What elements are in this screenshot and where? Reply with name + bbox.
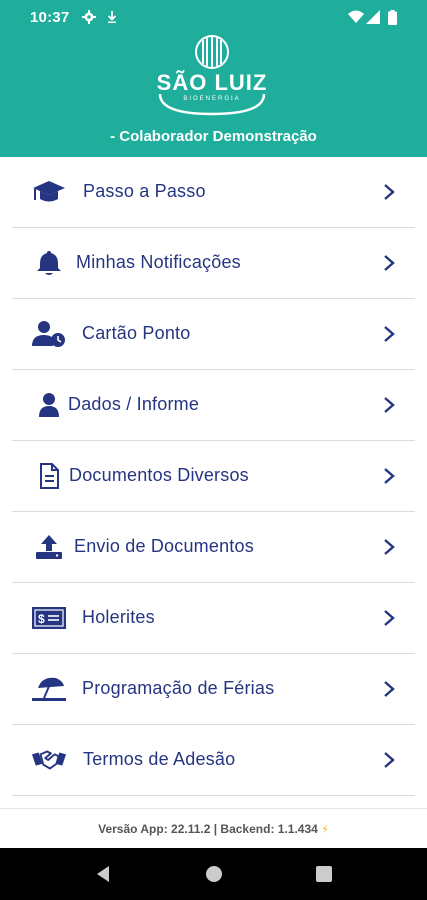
gear-icon [82, 10, 96, 24]
menu-item-minhas-notificacoes[interactable]: Minhas Notificações [12, 228, 415, 299]
menu-item-passo-a-passo[interactable]: Passo a Passo [12, 157, 415, 228]
chevron-right-icon [384, 326, 395, 342]
battery-icon [388, 10, 397, 25]
menu-item-label: Dados / Informe [68, 394, 200, 414]
document-icon [32, 463, 66, 489]
download-arrow-icon [107, 11, 117, 23]
logo-emblem-icon [195, 35, 229, 69]
menu-item-cartao-ponto[interactable]: Cartão Ponto [12, 299, 415, 370]
user-label: - Colaborador Demonstração [110, 128, 317, 145]
company-logo: SÃO LUIZ BIOENERGIA [150, 34, 274, 120]
menu-item-label: Minhas Notificações [76, 252, 241, 272]
menu-item-documentos-diversos[interactable]: Documentos Diversos [12, 441, 415, 512]
back-button[interactable] [93, 864, 113, 884]
bell-icon [32, 250, 66, 276]
chevron-right-icon [384, 681, 395, 697]
chevron-right-icon [384, 184, 395, 200]
signal-icon [366, 10, 380, 24]
menu-item-holerites[interactable]: $ Holerites [12, 583, 415, 654]
menu-item-dados-informe[interactable]: Dados / Informe [12, 370, 415, 441]
menu-item-envio-de-documentos[interactable]: Envio de Documentos [12, 512, 415, 583]
menu-item-label: Documentos Diversos [69, 465, 249, 485]
menu-item-label: Termos de Adesão [83, 749, 236, 769]
lightning-icon: ⚡ [321, 824, 329, 836]
handshake-icon [32, 747, 66, 773]
upload-icon [32, 534, 66, 560]
system-nav-bar [0, 848, 427, 900]
version-footer: Versão App: 22.11.2 | Backend: 1.1.434 ⚡ [0, 808, 427, 849]
menu-item-label: Passo a Passo [83, 181, 206, 201]
version-text: Versão App: 22.11.2 | Backend: 1.1.434 [98, 822, 318, 836]
main-menu: Passo a Passo Minhas Notificações Cartão… [0, 157, 427, 796]
recents-button[interactable] [314, 864, 334, 884]
chevron-right-icon [384, 610, 395, 626]
logo-swoosh-icon [158, 93, 266, 116]
menu-item-label: Holerites [82, 607, 155, 627]
user-icon [32, 392, 66, 418]
money-bill-icon: $ [32, 605, 66, 631]
status-bar: 10:37 [0, 0, 427, 34]
menu-item-label: Programação de Férias [82, 678, 275, 698]
svg-text:$: $ [38, 612, 45, 626]
menu-item-label: Envio de Documentos [74, 536, 254, 556]
menu-item-label: Cartão Ponto [82, 323, 191, 343]
menu-item-termos-de-adesao[interactable]: Termos de Adesão [12, 725, 415, 796]
chevron-right-icon [384, 752, 395, 768]
wifi-icon [348, 10, 364, 23]
chevron-right-icon [384, 397, 395, 413]
chevron-right-icon [384, 468, 395, 484]
chevron-right-icon [384, 255, 395, 271]
home-button[interactable] [204, 864, 224, 884]
app-header: 10:37 SÃO LUIZ BIOENERGIA - Colaborador … [0, 0, 427, 157]
chevron-right-icon [384, 539, 395, 555]
beach-umbrella-icon [32, 676, 66, 702]
graduation-cap-icon [32, 179, 66, 205]
user-clock-icon [32, 321, 66, 347]
menu-item-programacao-de-ferias[interactable]: Programação de Férias [12, 654, 415, 725]
status-time: 10:37 [30, 9, 70, 26]
